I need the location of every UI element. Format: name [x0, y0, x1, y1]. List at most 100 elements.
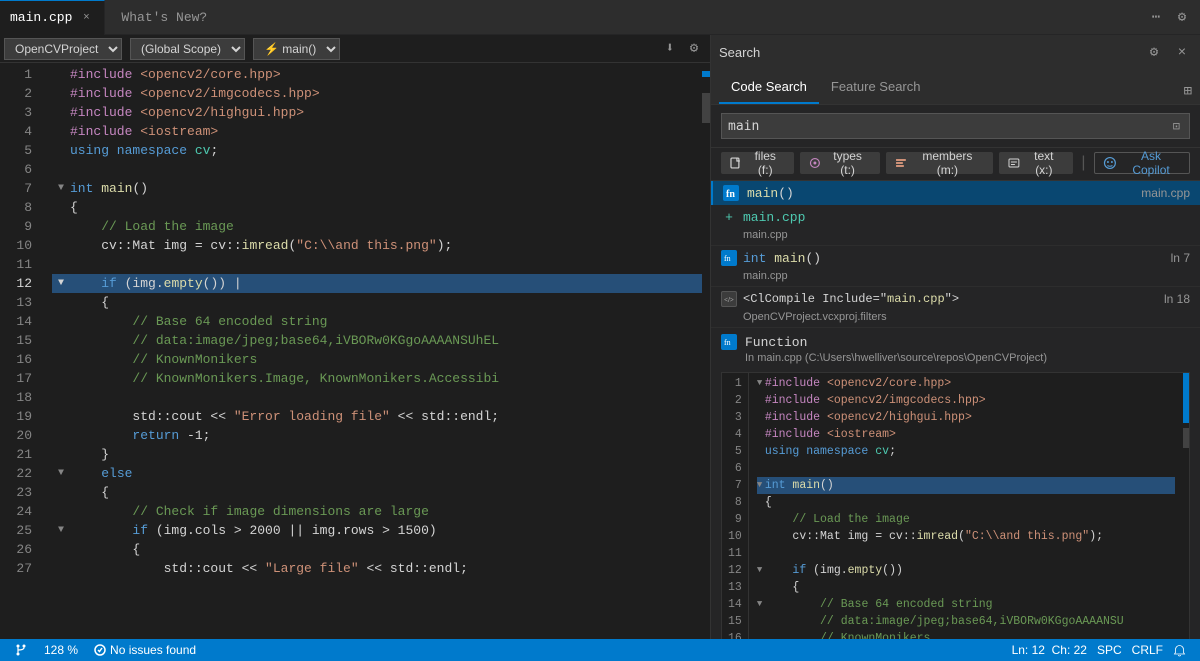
- code-line: ▼ int main(): [52, 179, 702, 198]
- tab-close-icon[interactable]: ×: [78, 10, 94, 26]
- search-layout-button[interactable]: ⊡: [1170, 119, 1183, 134]
- result-line-num-3: ln 18: [1164, 292, 1190, 306]
- code-line: cv::Mat img = cv::imread("C:\\and this.p…: [52, 236, 702, 255]
- zoom-indicator[interactable]: 128 %: [40, 639, 82, 661]
- space-indicator[interactable]: SPC: [1093, 639, 1126, 661]
- encoding-label: CRLF: [1132, 643, 1163, 657]
- result-main-name: main(): [747, 186, 1133, 201]
- code-line: #include <opencv2/imgcodecs.hpp>: [52, 84, 702, 103]
- ask-copilot-button[interactable]: Ask Copilot: [1094, 152, 1190, 174]
- search-input-wrapper: ⊡: [721, 113, 1190, 139]
- mini-code-lines: ▼#include <opencv2/core.hpp> #include <o…: [749, 373, 1183, 639]
- search-panel-close[interactable]: ×: [1172, 43, 1192, 63]
- clcompile-icon: </>: [721, 291, 737, 307]
- tab-whats-new[interactable]: What's New?: [105, 0, 223, 35]
- status-left: 128 % No issues found: [0, 639, 210, 661]
- settings-button[interactable]: ⚙: [684, 39, 704, 59]
- result-group-header-2[interactable]: fn int main() ln 7: [711, 246, 1200, 270]
- preview-func-icon: fn: [721, 334, 737, 350]
- code-line: // Load the image: [52, 217, 702, 236]
- code-line: // KnownMonikers.Image, KnownMonikers.Ac…: [52, 369, 702, 388]
- tab-code-search[interactable]: Code Search: [719, 70, 819, 104]
- copilot-icon: [1103, 156, 1117, 170]
- members-icon: [895, 157, 907, 169]
- search-panel-header: Search ⚙ ×: [711, 35, 1200, 70]
- tab-bar: main.cpp × What's New? ⋯ ⚙: [0, 0, 1200, 35]
- preview-function-label: Function: [745, 335, 807, 350]
- code-view[interactable]: 1 2 3 4 5 6 7 8 9 10 11 12 13 14 15 16 1: [0, 63, 702, 639]
- function-icon: fn: [724, 186, 738, 200]
- branch-indicator[interactable]: [10, 639, 32, 661]
- preview-header: fn Function: [711, 328, 1200, 352]
- filter-members[interactable]: members (m:): [886, 152, 994, 174]
- layout-button[interactable]: ⚙: [1172, 7, 1192, 27]
- status-right: Ln: 12 Ch: 22 SPC CRLF: [998, 639, 1200, 661]
- project-selector[interactable]: OpenCVProject: [4, 38, 122, 60]
- filter-types[interactable]: types (t:): [800, 152, 880, 174]
- tab-actions: ⋯ ⚙: [1138, 7, 1200, 27]
- filter-bar: files (f:) types (t:) members (m:): [711, 148, 1200, 181]
- filter-text[interactable]: text (x:): [999, 152, 1072, 174]
- bell-icon: [1173, 644, 1186, 657]
- expand-button[interactable]: ⬇: [660, 39, 680, 59]
- fold-arrow-25[interactable]: ▼: [52, 521, 70, 540]
- code-line: ▼ else: [52, 464, 702, 483]
- breadcrumb-bar: OpenCVProject (Global Scope) ⚡ main() ⬇ …: [0, 35, 710, 63]
- code-line: #include <iostream>: [52, 122, 702, 141]
- svg-text:fn: fn: [726, 189, 735, 200]
- fold-arrow-12[interactable]: ▼: [52, 274, 70, 293]
- editor-scrollbar[interactable]: [702, 63, 710, 639]
- error-indicator[interactable]: No issues found: [90, 639, 200, 661]
- result-group-label-1: main.cpp: [743, 210, 1190, 225]
- result-main-file: main.cpp: [1141, 186, 1190, 200]
- line-col-label: Ln: 12 Ch: 22: [1012, 643, 1087, 657]
- tab-feature-search[interactable]: Feature Search: [819, 70, 933, 104]
- code-line: {: [52, 293, 702, 312]
- cursor-position[interactable]: Ln: 12 Ch: 22: [1008, 639, 1091, 661]
- search-input[interactable]: [728, 119, 1170, 134]
- fold-arrow-7[interactable]: ▼: [52, 179, 70, 198]
- main-content: OpenCVProject (Global Scope) ⚡ main() ⬇ …: [0, 35, 1200, 639]
- tab-whats-new-label: What's New?: [121, 10, 207, 25]
- result-func-icon: fn: [723, 185, 739, 201]
- preview-func-icon-svg: fn: [723, 336, 735, 348]
- encoding-indicator[interactable]: CRLF: [1128, 639, 1167, 661]
- result-group-header-3[interactable]: </> <ClCompile Include="main.cpp"> ln 18: [711, 287, 1200, 311]
- git-branch-icon: [14, 643, 28, 657]
- result-group-header-1[interactable]: + main.cpp: [711, 205, 1200, 229]
- split-editor-button[interactable]: ⋯: [1146, 7, 1166, 27]
- code-line: using namespace cv;: [52, 141, 702, 160]
- status-bar: 128 % No issues found Ln: 12 Ch: 22 SPC …: [0, 639, 1200, 661]
- scope-selector[interactable]: (Global Scope): [130, 38, 245, 60]
- search-panel-options[interactable]: ⚙: [1144, 43, 1164, 63]
- code-line: // Check if image dimensions are large: [52, 502, 702, 521]
- editor-area: OpenCVProject (Global Scope) ⚡ main() ⬇ …: [0, 35, 710, 639]
- code-line: {: [52, 540, 702, 559]
- search-panel-title: Search: [719, 45, 760, 60]
- filter-files-label: files (f:): [746, 149, 785, 177]
- result-group-label-2: int main(): [743, 251, 1165, 266]
- result-item-main-func[interactable]: fn main() main.cpp: [711, 181, 1200, 205]
- search-tab-icon[interactable]: ⊞: [1184, 83, 1192, 104]
- code-line: std::cout << "Error loading file" << std…: [52, 407, 702, 426]
- code-line: // data:image/jpeg;base64,iVBORw0KGgoAAA…: [52, 331, 702, 350]
- result-group-2: fn int main() ln 7 main.cpp: [711, 246, 1200, 287]
- function-selector[interactable]: ⚡ main(): [253, 38, 340, 60]
- bell-button[interactable]: [1169, 639, 1190, 661]
- file-icon: [730, 157, 742, 169]
- code-lines: #include <opencv2/core.hpp> #include <op…: [48, 63, 702, 639]
- mini-scrollbar[interactable]: [1183, 373, 1189, 639]
- int-main-icon: fn: [721, 250, 737, 266]
- fold-arrow-22[interactable]: ▼: [52, 464, 70, 483]
- filter-files[interactable]: files (f:): [721, 152, 794, 174]
- tab-main-cpp[interactable]: main.cpp ×: [0, 0, 105, 35]
- filter-types-label: types (t:): [825, 149, 871, 177]
- code-line: [52, 160, 702, 179]
- search-results[interactable]: fn main() main.cpp + main.cpp main.cpp: [711, 181, 1200, 639]
- xml-icon: </>: [723, 293, 735, 305]
- svg-text:fn: fn: [724, 338, 731, 347]
- code-line-12: ▼ if (img.empty()) |: [52, 274, 702, 293]
- mini-line-numbers: 123456789101112131415161718: [722, 373, 749, 639]
- svg-text:</>: </>: [724, 296, 734, 304]
- mini-code-content: 123456789101112131415161718 ▼#include <o…: [722, 373, 1189, 639]
